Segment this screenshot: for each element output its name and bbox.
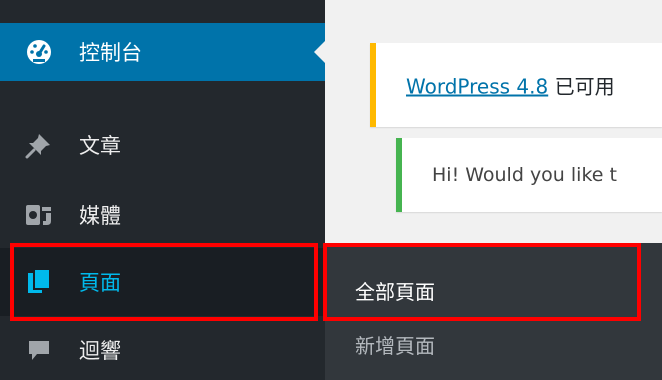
media-icon bbox=[19, 195, 59, 235]
pin-icon bbox=[19, 125, 59, 165]
comment-icon bbox=[19, 330, 59, 370]
sidebar-item-media[interactable]: 媒體 bbox=[0, 190, 325, 240]
sidebar-item-dashboard[interactable]: 控制台 bbox=[0, 23, 326, 81]
sidebar-item-posts[interactable]: 文章 bbox=[0, 120, 325, 170]
submenu-item-add-new-page[interactable]: 新增頁面 bbox=[355, 330, 435, 359]
sidebar-item-label: 迴響 bbox=[79, 339, 121, 363]
welcome-notice-text: Hi! Would you like t bbox=[432, 164, 617, 186]
sidebar-item-label: 文章 bbox=[79, 134, 121, 158]
dashboard-icon bbox=[19, 32, 59, 72]
highlight-box-all-pages bbox=[323, 243, 641, 321]
admin-sidebar: 控制台 文章 媒體 頁面 迴響 bbox=[0, 0, 326, 380]
current-menu-arrow bbox=[314, 40, 326, 64]
sidebar-item-label: 媒體 bbox=[79, 204, 121, 228]
update-notice-text: WordPress 4.8 已可用 bbox=[406, 71, 615, 100]
highlight-box-pages bbox=[10, 243, 318, 321]
update-notice-suffix: 已可用 bbox=[548, 74, 615, 99]
welcome-notice: Hi! Would you like t bbox=[396, 138, 662, 212]
wordpress-update-link[interactable]: WordPress 4.8 bbox=[406, 75, 548, 99]
sidebar-item-label: 控制台 bbox=[79, 41, 142, 65]
sidebar-item-comments[interactable]: 迴響 bbox=[0, 325, 325, 375]
update-notice: WordPress 4.8 已可用 bbox=[370, 43, 662, 127]
